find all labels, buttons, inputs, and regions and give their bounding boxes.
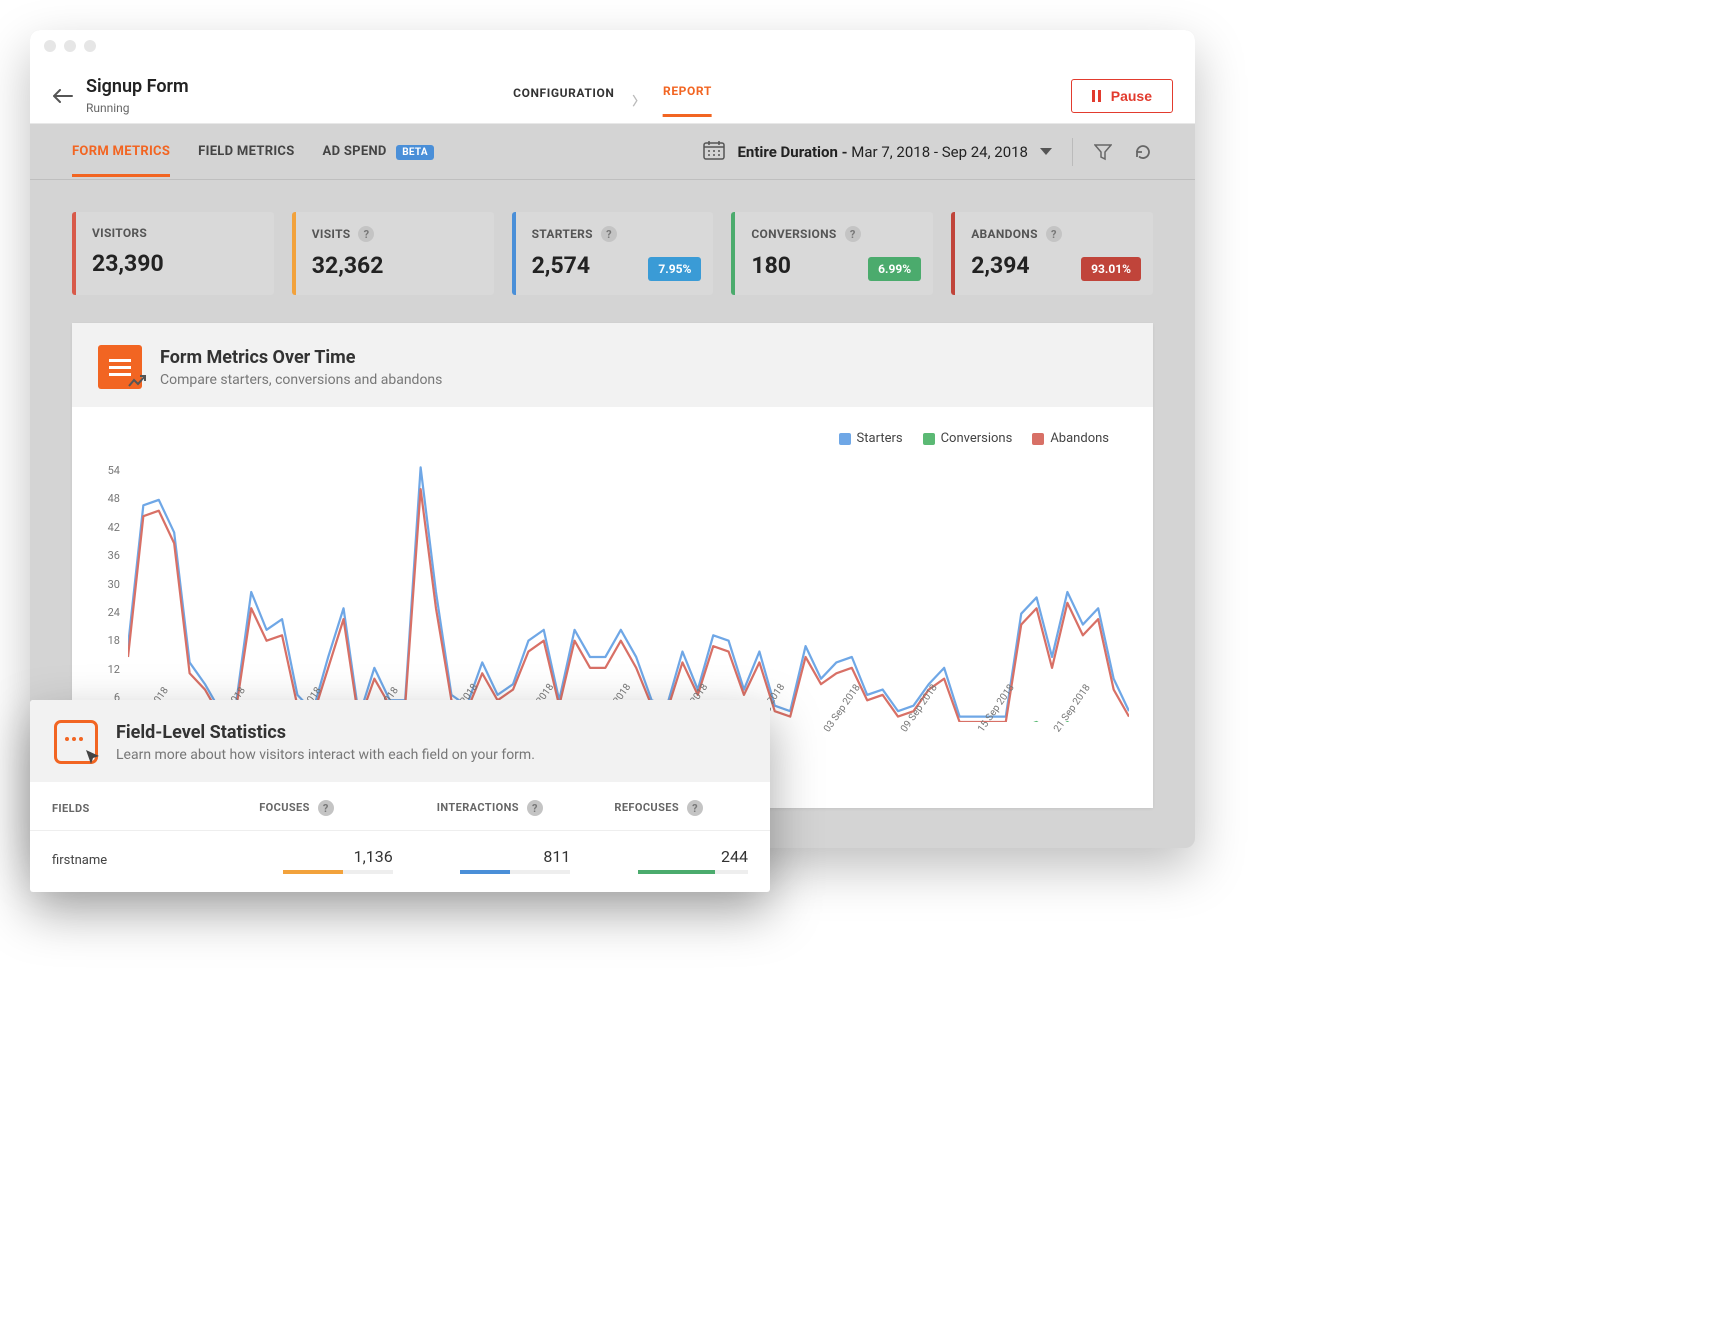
help-icon[interactable]: ?	[358, 226, 374, 242]
breadcrumb-report[interactable]: REPORT	[663, 84, 712, 117]
help-icon[interactable]: ?	[318, 800, 334, 816]
metric-pct-badge: 93.01%	[1081, 257, 1141, 281]
breadcrumb: CONFIGURATION 〉 REPORT	[513, 84, 712, 117]
metric-card-visits[interactable]: VISITS ? 32,362	[292, 212, 494, 295]
field-name-cell: firstname	[30, 831, 237, 893]
window-titlebar	[30, 30, 1195, 62]
breadcrumb-configuration[interactable]: CONFIGURATION	[513, 86, 614, 116]
panel-subtitle: Compare starters, conversions and abando…	[160, 372, 442, 388]
metric-pct-badge: 6.99%	[868, 257, 921, 281]
metric-value: 23,390	[92, 250, 258, 277]
window-min-dot[interactable]	[64, 40, 76, 52]
refresh-icon[interactable]	[1133, 142, 1153, 162]
back-arrow-icon[interactable]	[52, 85, 74, 107]
metric-card-starters[interactable]: STARTERS ? 2,574 7.95%	[512, 212, 714, 295]
chart-legend: Starters Conversions Abandons	[96, 427, 1129, 462]
page-header: Signup Form Running CONFIGURATION 〉 REPO…	[30, 62, 1195, 124]
metric-pct-badge: 7.95%	[648, 257, 701, 281]
help-icon[interactable]: ?	[845, 226, 861, 242]
metric-card-abandons[interactable]: ABANDONS ? 2,394 93.01%	[951, 212, 1153, 295]
table-row[interactable]: firstname 1,136 811 244	[30, 831, 770, 893]
sub-nav: FORM METRICS FIELD METRICS AD SPEND BETA…	[30, 124, 1195, 180]
legend-swatch-conversions	[923, 433, 935, 445]
date-range-prefix: Entire Duration -	[737, 143, 847, 161]
help-icon[interactable]: ?	[1046, 226, 1062, 242]
date-range-text: Mar 7, 2018 - Sep 24, 2018	[851, 143, 1028, 161]
focuses-bar	[283, 870, 344, 874]
metric-value: 32,362	[312, 252, 478, 279]
document-chart-icon	[98, 345, 142, 389]
pause-button[interactable]: Pause	[1071, 79, 1173, 113]
refocuses-bar	[638, 870, 715, 874]
help-icon[interactable]: ?	[601, 226, 617, 242]
filter-icon[interactable]	[1093, 142, 1113, 162]
metric-card-visitors[interactable]: VISITORS 23,390	[72, 212, 274, 295]
panel-title: Form Metrics Over Time	[160, 347, 442, 368]
metric-cards: VISITORS 23,390 VISITS ? 32,362 STARTERS…	[30, 180, 1195, 313]
chevron-down-icon	[1040, 148, 1052, 155]
page-title: Signup Form	[86, 76, 189, 97]
field-level-stats-card: Field-Level Statistics Learn more about …	[30, 700, 770, 892]
tab-field-metrics[interactable]: FIELD METRICS	[198, 126, 294, 177]
divider	[1072, 138, 1073, 166]
overlay-subtitle: Learn more about how visitors interact w…	[116, 747, 535, 763]
calendar-icon	[703, 140, 725, 164]
field-input-icon	[54, 720, 98, 764]
beta-badge: BETA	[396, 145, 434, 160]
overlay-title: Field-Level Statistics	[116, 722, 535, 743]
date-range-picker[interactable]: Entire Duration - Mar 7, 2018 - Sep 24, …	[703, 140, 1052, 164]
interactions-bar	[460, 870, 510, 874]
pause-icon	[1092, 90, 1101, 102]
field-stats-table: FIELDS FOCUSES? INTERACTIONS? REFOCUSES?…	[30, 782, 770, 892]
window-max-dot[interactable]	[84, 40, 96, 52]
tab-ad-spend[interactable]: AD SPEND BETA	[323, 126, 434, 177]
legend-swatch-abandons	[1032, 433, 1044, 445]
pause-button-label: Pause	[1111, 88, 1152, 104]
metric-card-conversions[interactable]: CONVERSIONS ? 180 6.99%	[731, 212, 933, 295]
chevron-right-icon: 〉	[632, 92, 645, 109]
chart-y-axis: 54484236302418126	[96, 462, 120, 722]
tab-form-metrics[interactable]: FORM METRICS	[72, 126, 170, 177]
help-icon[interactable]: ?	[527, 800, 543, 816]
legend-swatch-starters	[839, 433, 851, 445]
help-icon[interactable]: ?	[687, 800, 703, 816]
page-status: Running	[86, 101, 189, 115]
window-close-dot[interactable]	[44, 40, 56, 52]
